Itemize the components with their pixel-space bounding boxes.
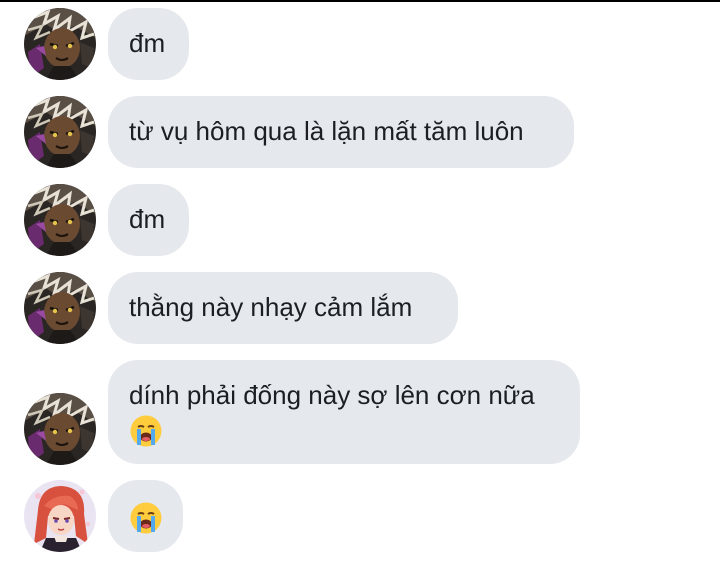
loudly-crying-face-icon: [129, 414, 163, 448]
avatar-image: [24, 272, 96, 344]
loudly-crying-face-icon: [129, 501, 163, 535]
message-bubble[interactable]: đm: [108, 8, 189, 80]
avatar-image: [24, 96, 96, 168]
avatar[interactable]: [24, 272, 96, 344]
message-bubble[interactable]: thằng này nhạy cảm lắm: [108, 272, 458, 344]
avatar[interactable]: [24, 393, 96, 465]
message-text: dính phải đống này sợ lên cơn nữa: [129, 380, 535, 410]
top-divider: [0, 0, 720, 2]
message-bubble[interactable]: [108, 480, 183, 552]
message-bubble[interactable]: đm: [108, 184, 189, 256]
avatar-image: [24, 480, 96, 552]
message-text: thằng này nhạy cảm lắm: [129, 292, 413, 322]
avatar[interactable]: [24, 480, 96, 552]
avatar[interactable]: [24, 184, 96, 256]
message-text: từ vụ hôm qua là lặn mất tăm luôn: [129, 116, 524, 146]
avatar[interactable]: [24, 8, 96, 80]
avatar-image: [24, 8, 96, 80]
avatar-image: [24, 184, 96, 256]
message-text: đm: [129, 28, 166, 58]
message-bubble[interactable]: dính phải đống này sợ lên cơn nữa: [108, 360, 580, 464]
avatar[interactable]: [24, 96, 96, 168]
avatar-image: [24, 393, 96, 465]
message-bubble[interactable]: từ vụ hôm qua là lặn mất tăm luôn: [108, 96, 574, 168]
message-text: đm: [129, 204, 166, 234]
